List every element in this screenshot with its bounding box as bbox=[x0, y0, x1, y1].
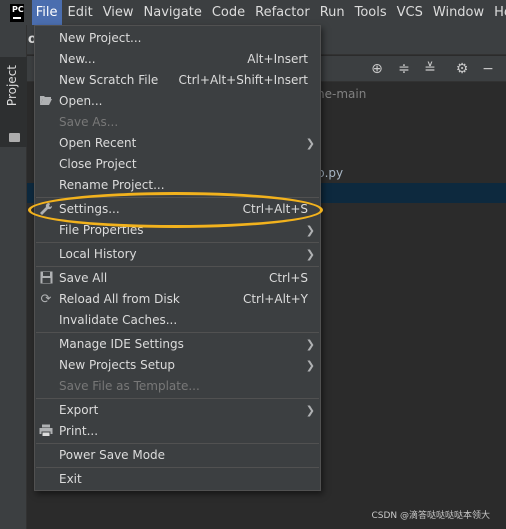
chevron-right-icon: ❯ bbox=[305, 338, 315, 351]
menu-navigate[interactable]: Navigate bbox=[140, 0, 206, 25]
chevron-right-icon: ❯ bbox=[305, 404, 315, 417]
print-icon bbox=[38, 424, 54, 440]
menu-item-save-all[interactable]: Save All Ctrl+S bbox=[35, 268, 320, 289]
menu-refactor[interactable]: Refactor bbox=[251, 0, 314, 25]
menu-vcs[interactable]: VCS bbox=[393, 0, 427, 25]
tree-item[interactable]: ne-main bbox=[317, 87, 366, 101]
menu-item-new[interactable]: New... Alt+Insert bbox=[35, 49, 320, 70]
menu-tools[interactable]: Tools bbox=[351, 0, 391, 25]
folder-open-icon bbox=[38, 94, 54, 110]
menu-item-save-file-as-template: Save File as Template... bbox=[59, 379, 200, 393]
menu-item-invalidate-caches[interactable]: Invalidate Caches... bbox=[35, 310, 320, 331]
gear-icon[interactable]: ⚙ bbox=[455, 62, 469, 76]
shortcut-label: Ctrl+Alt+Y bbox=[242, 292, 308, 306]
menu-separator bbox=[36, 443, 319, 444]
menu-separator bbox=[36, 332, 319, 333]
reload-icon: ⟳ bbox=[40, 292, 52, 307]
menu-item-new-scratch-file[interactable]: New Scratch File Ctrl+Alt+Shift+Insert bbox=[35, 70, 320, 91]
menu-item-reload-all[interactable]: ⟳ Reload All from Disk Ctrl+Alt+Y bbox=[35, 289, 320, 310]
save-icon bbox=[38, 271, 54, 287]
locate-icon[interactable]: ⊕ bbox=[370, 62, 384, 76]
menu-item-power-save-mode[interactable]: Power Save Mode bbox=[35, 445, 320, 466]
project-tool-tab-label: Project bbox=[5, 65, 19, 107]
menu-separator bbox=[36, 242, 319, 243]
menu-item-exit[interactable]: Exit bbox=[35, 469, 320, 490]
menu-item-manage-ide-settings[interactable]: Manage IDE Settings ❯ bbox=[35, 334, 320, 355]
menu-window[interactable]: Window bbox=[429, 0, 488, 25]
expand-all-icon[interactable]: ≑ bbox=[397, 62, 411, 76]
menu-item-export[interactable]: Export ❯ bbox=[35, 400, 320, 421]
chevron-right-icon: ❯ bbox=[305, 359, 315, 372]
shortcut-label: Alt+Insert bbox=[247, 52, 308, 66]
file-menu-dropdown: New Project... New... Alt+Insert New Scr… bbox=[34, 25, 321, 491]
watermark: CSDN @滴答哒哒哒哒本领大 bbox=[371, 511, 490, 521]
menu-code[interactable]: Code bbox=[208, 0, 249, 25]
menu-edit[interactable]: Edit bbox=[64, 0, 97, 25]
chevron-right-icon: ❯ bbox=[305, 137, 315, 150]
menu-item-close-project[interactable]: Close Project bbox=[35, 154, 320, 175]
menu-item-new-projects-setup[interactable]: New Projects Setup ❯ bbox=[35, 355, 320, 376]
minimize-icon[interactable]: − bbox=[481, 62, 495, 76]
collapse-all-icon[interactable]: ≚ bbox=[423, 62, 437, 76]
chevron-right-icon: ❯ bbox=[305, 248, 315, 261]
shortcut-label: Ctrl+Alt+Shift+Insert bbox=[178, 73, 308, 87]
menu-help[interactable]: Hel bbox=[490, 0, 506, 25]
menu-item-print[interactable]: Print... bbox=[35, 421, 320, 442]
menu-bar: PC File Edit View Navigate Code Refactor… bbox=[0, 0, 506, 25]
shortcut-label: Ctrl+S bbox=[268, 271, 308, 285]
menu-separator bbox=[36, 467, 319, 468]
left-tool-strip: Project bbox=[0, 25, 27, 529]
menu-item-open[interactable]: Open... bbox=[35, 91, 320, 112]
settings-highlight-annotation bbox=[28, 192, 323, 228]
menu-item-open-recent[interactable]: Open Recent ❯ bbox=[35, 133, 320, 154]
menu-item-save-as: Save As... bbox=[59, 115, 119, 129]
pycharm-logo-icon: PC bbox=[10, 3, 24, 22]
menu-item-new-project[interactable]: New Project... bbox=[35, 28, 320, 49]
menu-item-local-history[interactable]: Local History ❯ bbox=[35, 244, 320, 265]
menu-separator bbox=[36, 398, 319, 399]
chevron-right-icon: ❯ bbox=[305, 224, 315, 237]
folder-icon bbox=[9, 133, 20, 142]
menu-view[interactable]: View bbox=[99, 0, 138, 25]
menu-separator bbox=[36, 266, 319, 267]
menu-file[interactable]: File bbox=[31, 0, 62, 25]
menu-run[interactable]: Run bbox=[316, 0, 349, 25]
